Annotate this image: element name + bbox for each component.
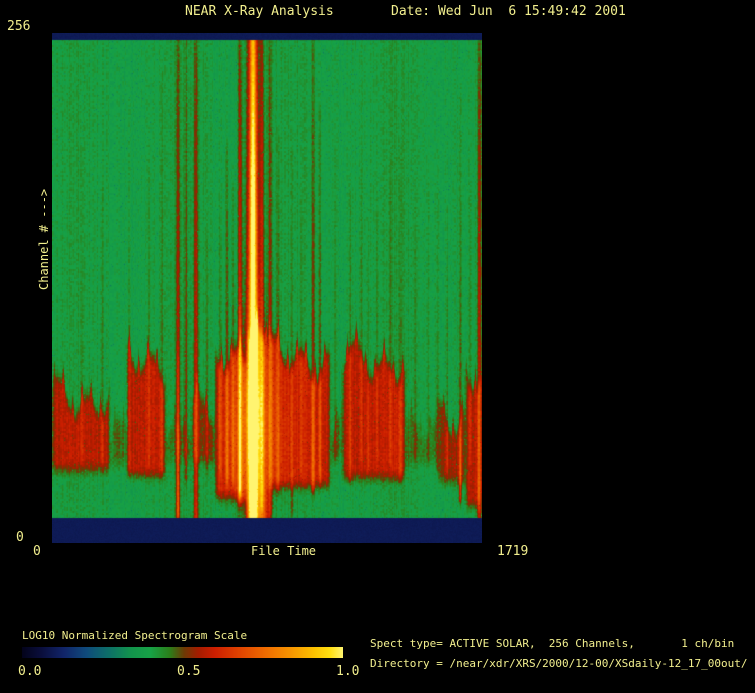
- colorbar-tick-05: 0.5: [177, 665, 200, 678]
- colorbar-label: LOG10 Normalized Spectrogram Scale: [22, 630, 247, 641]
- page-title: NEAR X-Ray Analysis: [185, 5, 334, 18]
- spectrogram-heatmap: [52, 33, 482, 543]
- colorbar-gradient: [22, 647, 343, 658]
- x-axis-min-label: 0: [33, 545, 41, 558]
- colorbar-tick-1: 1.0: [336, 665, 359, 678]
- plot-window: NEAR X-Ray Analysis Date: Wed Jun 6 15:4…: [0, 0, 755, 693]
- y-axis-title: Channel # --->: [38, 189, 50, 290]
- x-axis-title: File Time: [251, 545, 316, 557]
- directory-line: Directory = /near/xdr/XRS/2000/12-00/XSd…: [370, 658, 748, 669]
- y-axis-max-label: 256: [7, 20, 30, 33]
- y-axis-min-label: 0: [16, 531, 24, 544]
- colorbar-tick-0: 0.0: [18, 665, 41, 678]
- x-axis-max-label: 1719: [497, 545, 528, 558]
- date-label: Date: Wed Jun 6 15:49:42 2001: [391, 5, 626, 18]
- spect-type-line: Spect type= ACTIVE SOLAR, 256 Channels, …: [370, 638, 734, 649]
